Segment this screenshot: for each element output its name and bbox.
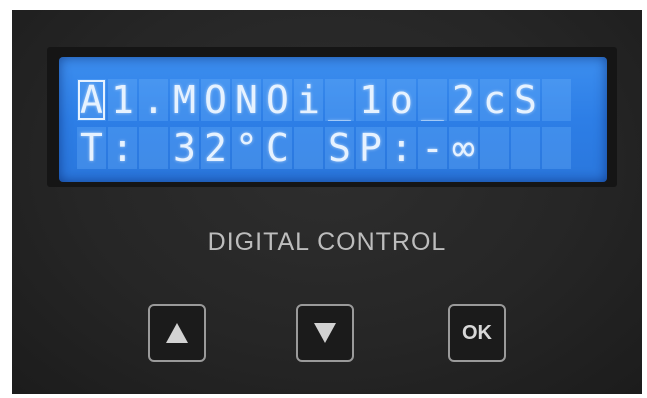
lcd-cell — [294, 127, 323, 169]
lcd-cell: c — [480, 79, 509, 121]
triangle-down-icon — [314, 323, 336, 343]
lcd-cell: S — [325, 127, 354, 169]
lcd-cell: _ — [325, 79, 354, 121]
lcd-cell — [542, 79, 571, 121]
lcd-cell: 2 — [449, 79, 478, 121]
lcd-cell — [542, 127, 571, 169]
lcd-cell — [511, 127, 540, 169]
lcd-cell: O — [201, 79, 230, 121]
lcd-cell: S — [511, 79, 540, 121]
lcd-cell: . — [139, 79, 168, 121]
lcd-cell: T — [77, 127, 106, 169]
lcd-cell: P — [356, 127, 385, 169]
lcd-cell: ° — [232, 127, 261, 169]
lcd-cell: O — [263, 79, 292, 121]
down-button[interactable] — [296, 304, 354, 362]
lcd-cell: 2 — [201, 127, 230, 169]
lcd-cell — [139, 127, 168, 169]
lcd-display: A 1 . M O N O i _ 1 o _ 2 c S T : 3 2 ° … — [59, 57, 607, 182]
lcd-cell: i — [294, 79, 323, 121]
lcd-line-1: A 1 . M O N O i _ 1 o _ 2 c S — [77, 79, 571, 121]
ok-button[interactable]: OK — [448, 304, 506, 362]
lcd-cell: _ — [418, 79, 447, 121]
lcd-line-2: T : 3 2 ° C S P : - ∞ — [77, 127, 571, 169]
up-button[interactable] — [148, 304, 206, 362]
lcd-cell: N — [232, 79, 261, 121]
lcd-cell: : — [108, 127, 137, 169]
lcd-cell: 3 — [170, 127, 199, 169]
lcd-cell: - — [418, 127, 447, 169]
panel-label: DIGITAL CONTROL — [207, 228, 447, 256]
lcd-cell: M — [170, 79, 199, 121]
ok-button-label: OK — [462, 321, 492, 344]
lcd-cell: ∞ — [449, 127, 478, 169]
lcd-cell-cursor: A — [77, 79, 106, 121]
lcd-cell: C — [263, 127, 292, 169]
triangle-up-icon — [166, 323, 188, 343]
control-panel: A 1 . M O N O i _ 1 o _ 2 c S T : 3 2 ° … — [12, 10, 642, 394]
lcd-cell: 1 — [108, 79, 137, 121]
lcd-cell — [480, 127, 509, 169]
lcd-cell: o — [387, 79, 416, 121]
lcd-cell: 1 — [356, 79, 385, 121]
lcd-cell: : — [387, 127, 416, 169]
